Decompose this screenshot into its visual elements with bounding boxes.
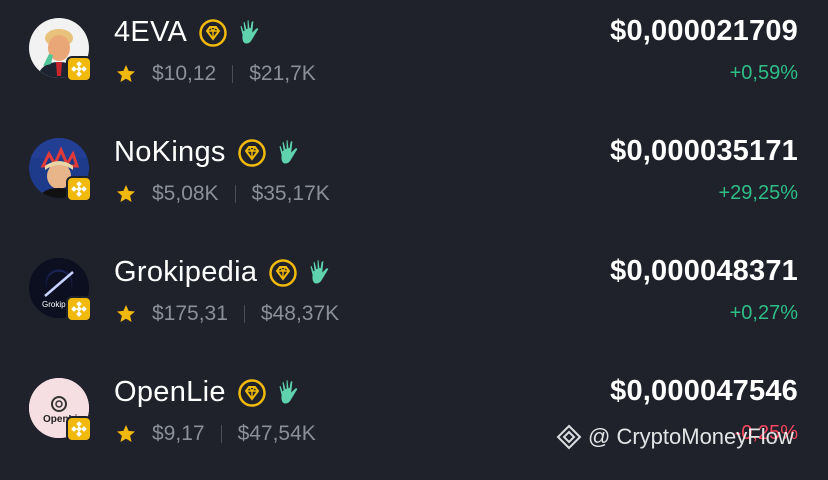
token-name-text: OpenLie <box>114 376 226 408</box>
star-icon <box>117 65 135 82</box>
token-price: $0,000048371 <box>610 255 798 287</box>
token-stats: $5,08K $35,17K <box>116 182 330 206</box>
binance-diamond-icon <box>556 424 582 450</box>
stat-market-cap: $47,54K <box>237 422 316 445</box>
stat-market-cap: $48,37K <box>260 302 340 325</box>
waving-hand-icon <box>278 378 299 405</box>
stat-divider <box>234 185 236 203</box>
price-change: +29,25% <box>718 182 798 204</box>
stat-volume: $10,12 <box>152 62 217 85</box>
token-stats: $175,31 $48,37K <box>116 302 339 326</box>
stat-market-cap: $35,17K <box>251 182 330 205</box>
waving-hand-icon <box>278 138 299 165</box>
waving-hand-icon <box>239 18 260 45</box>
token-price: $0,000021709 <box>610 15 798 47</box>
stat-divider <box>220 425 222 443</box>
stat-divider <box>232 65 234 83</box>
bnb-chain-badge-icon <box>66 176 92 202</box>
star-icon <box>117 425 135 442</box>
stat-volume: $9,17 <box>152 422 205 445</box>
token-stats: $9,17 $47,54K <box>116 422 316 446</box>
stat-volume: $5,08K <box>152 182 219 205</box>
stat-market-cap: $21,7K <box>249 62 316 85</box>
bnb-chain-badge-icon <box>66 296 92 322</box>
token-price: $0,000035171 <box>610 135 798 167</box>
bnb-chain-badge-icon <box>66 416 92 442</box>
gem-badge-icon <box>269 258 297 287</box>
stat-divider <box>243 305 245 323</box>
waving-hand-icon <box>309 258 330 285</box>
gem-badge-icon <box>237 138 266 167</box>
token-row-4eva[interactable]: 4EVA $10,12 $21,7K $0,000021709 +0,59% <box>0 0 828 120</box>
gem-badge-icon <box>199 18 227 47</box>
gem-badge-icon <box>238 378 266 407</box>
price-change: +0,27% <box>729 302 798 324</box>
star-icon <box>117 305 135 322</box>
stat-volume: $175,31 <box>152 302 228 325</box>
bnb-chain-badge-icon <box>66 56 92 82</box>
token-name[interactable]: Grokipedia <box>114 256 332 289</box>
watermark: @ CryptoMoneyFlow <box>556 424 794 450</box>
token-row-grokipedia[interactable]: Grokip Grokipedia $175,31 $48,37K $0,000… <box>0 240 828 360</box>
token-row-nokings[interactable]: NoKings $5,08K $35,17K $0,000035171 +29,… <box>0 120 828 240</box>
token-name-text: Grokipedia <box>114 256 258 288</box>
avatar-caption: Grokip <box>42 300 66 309</box>
token-price: $0,000047546 <box>610 375 798 407</box>
token-stats: $10,12 $21,7K <box>116 62 316 86</box>
token-name[interactable]: NoKings <box>114 136 301 169</box>
token-name-text: NoKings <box>114 136 226 168</box>
token-row-openlie[interactable]: OpenLi OpenLie $9,17 $47,54K $0,00004754… <box>0 360 828 480</box>
watermark-text: @ CryptoMoneyFlow <box>588 424 794 449</box>
token-name[interactable]: 4EVA <box>114 16 262 49</box>
price-change: +0,59% <box>729 62 798 84</box>
token-name-text: 4EVA <box>114 16 188 48</box>
star-icon <box>117 185 135 202</box>
token-name[interactable]: OpenLie <box>114 376 301 409</box>
